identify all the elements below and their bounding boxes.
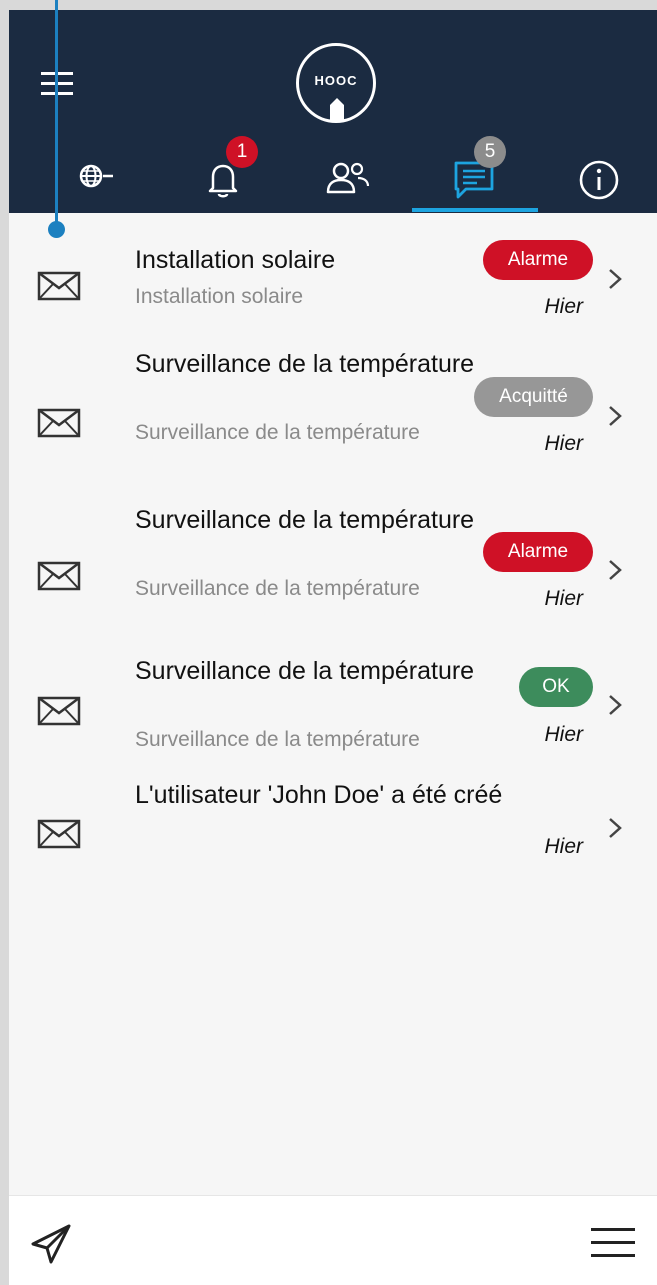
message-date: Hier <box>544 835 583 858</box>
info-icon <box>579 160 619 200</box>
app-header: HOOC 1 5 <box>9 10 657 213</box>
message-date: Hier <box>544 587 583 610</box>
list-item[interactable]: Surveillance de la température Surveilla… <box>9 636 657 761</box>
tab-info[interactable] <box>536 135 657 213</box>
list-item[interactable]: L'utilisateur 'John Doe' a été créé Hier <box>9 761 657 871</box>
message-date: Hier <box>544 432 583 455</box>
logo-text: HOOC <box>314 73 358 88</box>
menu-icon[interactable] <box>591 1227 635 1259</box>
status-badge: Acquitté <box>474 377 593 417</box>
message-date: Hier <box>544 723 583 746</box>
tab-messages[interactable]: 5 <box>412 135 536 213</box>
users-icon <box>326 162 370 194</box>
tab-alerts[interactable]: 1 <box>163 135 287 213</box>
message-title: Installation solaire <box>135 246 336 274</box>
bottom-toolbar <box>9 1195 657 1285</box>
hooc-logo: HOOC <box>296 43 376 123</box>
send-icon[interactable] <box>29 1222 73 1266</box>
message-title: Surveillance de la température <box>135 350 475 378</box>
chevron-right-icon <box>609 560 622 580</box>
envelope-icon <box>37 408 81 438</box>
chevron-right-icon <box>609 818 622 838</box>
list-item[interactable]: Surveillance de la température Surveilla… <box>9 338 657 488</box>
message-title: Surveillance de la température <box>135 657 475 685</box>
message-subtitle: Installation solaire <box>135 285 304 308</box>
status-badge: Alarme <box>483 240 593 280</box>
tab-users[interactable] <box>287 135 411 213</box>
active-tab-indicator <box>412 208 538 212</box>
message-title: L'utilisateur 'John Doe' a été créé <box>135 781 503 809</box>
globe-icon <box>79 164 113 188</box>
envelope-icon <box>37 819 81 849</box>
annotation-marker-line <box>55 0 58 224</box>
message-title: Surveillance de la température <box>135 506 475 534</box>
status-badge: OK <box>519 667 593 707</box>
envelope-icon <box>37 561 81 591</box>
messages-badge: 5 <box>474 136 506 168</box>
message-date: Hier <box>544 295 583 318</box>
status-badge: Alarme <box>483 532 593 572</box>
envelope-icon <box>37 271 81 301</box>
message-subtitle: Surveillance de la température <box>135 577 420 600</box>
alerts-badge: 1 <box>226 136 258 168</box>
annotation-marker-dot <box>48 221 65 238</box>
envelope-icon <box>37 696 81 726</box>
logo-house-icon <box>330 98 344 120</box>
chevron-right-icon <box>609 269 622 289</box>
message-subtitle: Surveillance de la température <box>135 728 420 751</box>
chevron-right-icon <box>609 406 622 426</box>
list-item[interactable]: Surveillance de la température Surveilla… <box>9 488 657 636</box>
message-subtitle: Surveillance de la température <box>135 421 420 444</box>
chevron-right-icon <box>609 695 622 715</box>
app-screen: HOOC 1 5 Installation solaire Installati… <box>9 10 657 1285</box>
tab-bar: 1 5 <box>9 135 657 213</box>
list-item[interactable]: Installation solaire Installation solair… <box>9 213 657 338</box>
